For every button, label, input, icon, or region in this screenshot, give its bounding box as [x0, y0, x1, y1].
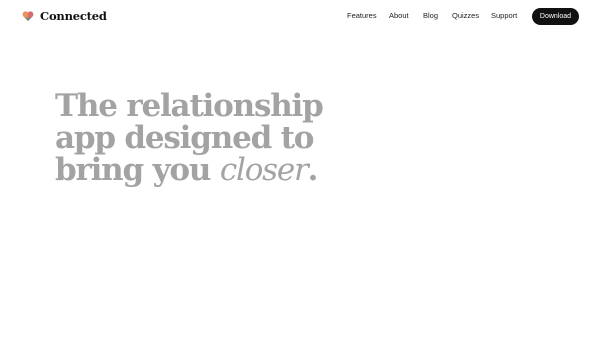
hero-line-3-prefix: bring you [55, 152, 220, 188]
hero-line-3: bring you closer. [55, 154, 355, 186]
nav-links: Features About Blog Quizzes Support [0, 11, 600, 21]
hero-heading: The relationship app designed to bring y… [55, 90, 355, 186]
nav-link-features[interactable]: Features [347, 11, 377, 21]
hero-line-3-suffix: . [307, 152, 319, 188]
nav-link-blog[interactable]: Blog [423, 11, 438, 21]
nav-link-about[interactable]: About [389, 11, 409, 21]
hero-line-1: The relationship [55, 88, 324, 124]
download-button[interactable]: Download [532, 8, 579, 25]
hero-emphasis: closer [219, 152, 309, 188]
hero-line-2: app designed to [55, 120, 314, 156]
nav-link-support[interactable]: Support [491, 11, 517, 21]
nav-link-quizzes[interactable]: Quizzes [452, 11, 479, 21]
top-navigation: Connected Features About Blog Quizzes Su… [0, 0, 600, 32]
